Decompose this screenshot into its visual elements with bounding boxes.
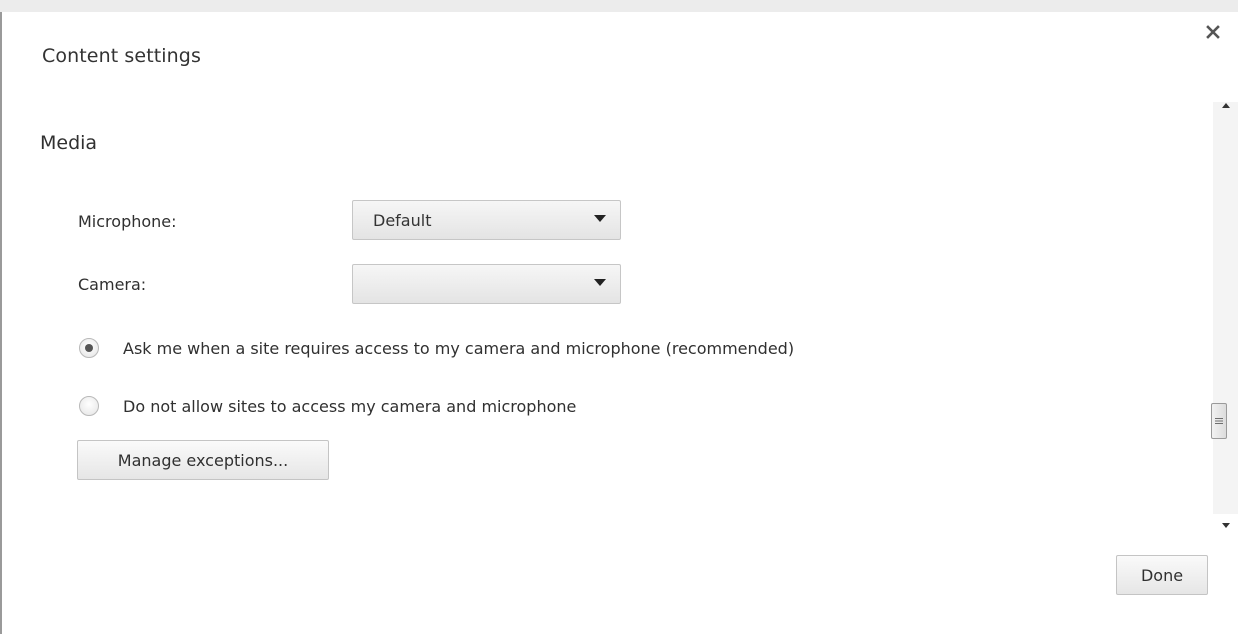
dialog-title: Content settings [42, 45, 201, 67]
scroll-down-button[interactable] [1213, 515, 1238, 537]
scroll-up-arrow-icon [1221, 103, 1230, 108]
microphone-select[interactable]: Default [352, 200, 621, 240]
chevron-down-icon [594, 279, 606, 286]
camera-label: Camera: [78, 275, 147, 294]
close-icon [1206, 25, 1220, 39]
radio-ask-button[interactable] [79, 338, 99, 358]
radio-block-button[interactable] [79, 396, 99, 416]
radio-block-option[interactable]: Do not allow sites to access my camera a… [79, 394, 576, 418]
content-settings-dialog: Content settings [2, 12, 1238, 634]
manage-exceptions-button[interactable]: Manage exceptions... [77, 440, 329, 480]
window-top-strip [0, 0, 1238, 12]
microphone-select-value: Default [373, 211, 432, 230]
done-button[interactable]: Done [1116, 555, 1208, 595]
close-button[interactable] [1198, 17, 1228, 47]
scrollbar-track[interactable] [1213, 102, 1238, 514]
media-heading: Media [40, 132, 98, 154]
scroll-up-button[interactable] [1213, 95, 1238, 117]
radio-ask-label: Ask me when a site requires access to my… [123, 338, 795, 358]
radio-ask-option[interactable]: Ask me when a site requires access to my… [79, 336, 794, 360]
scrollbar-thumb[interactable] [1211, 403, 1227, 439]
camera-select[interactable] [352, 264, 621, 304]
chevron-down-icon [594, 215, 606, 222]
radio-block-label: Do not allow sites to access my camera a… [123, 396, 577, 416]
scroll-down-arrow-icon [1221, 523, 1230, 528]
microphone-label: Microphone: [78, 212, 177, 231]
grip-icon [1215, 418, 1223, 424]
